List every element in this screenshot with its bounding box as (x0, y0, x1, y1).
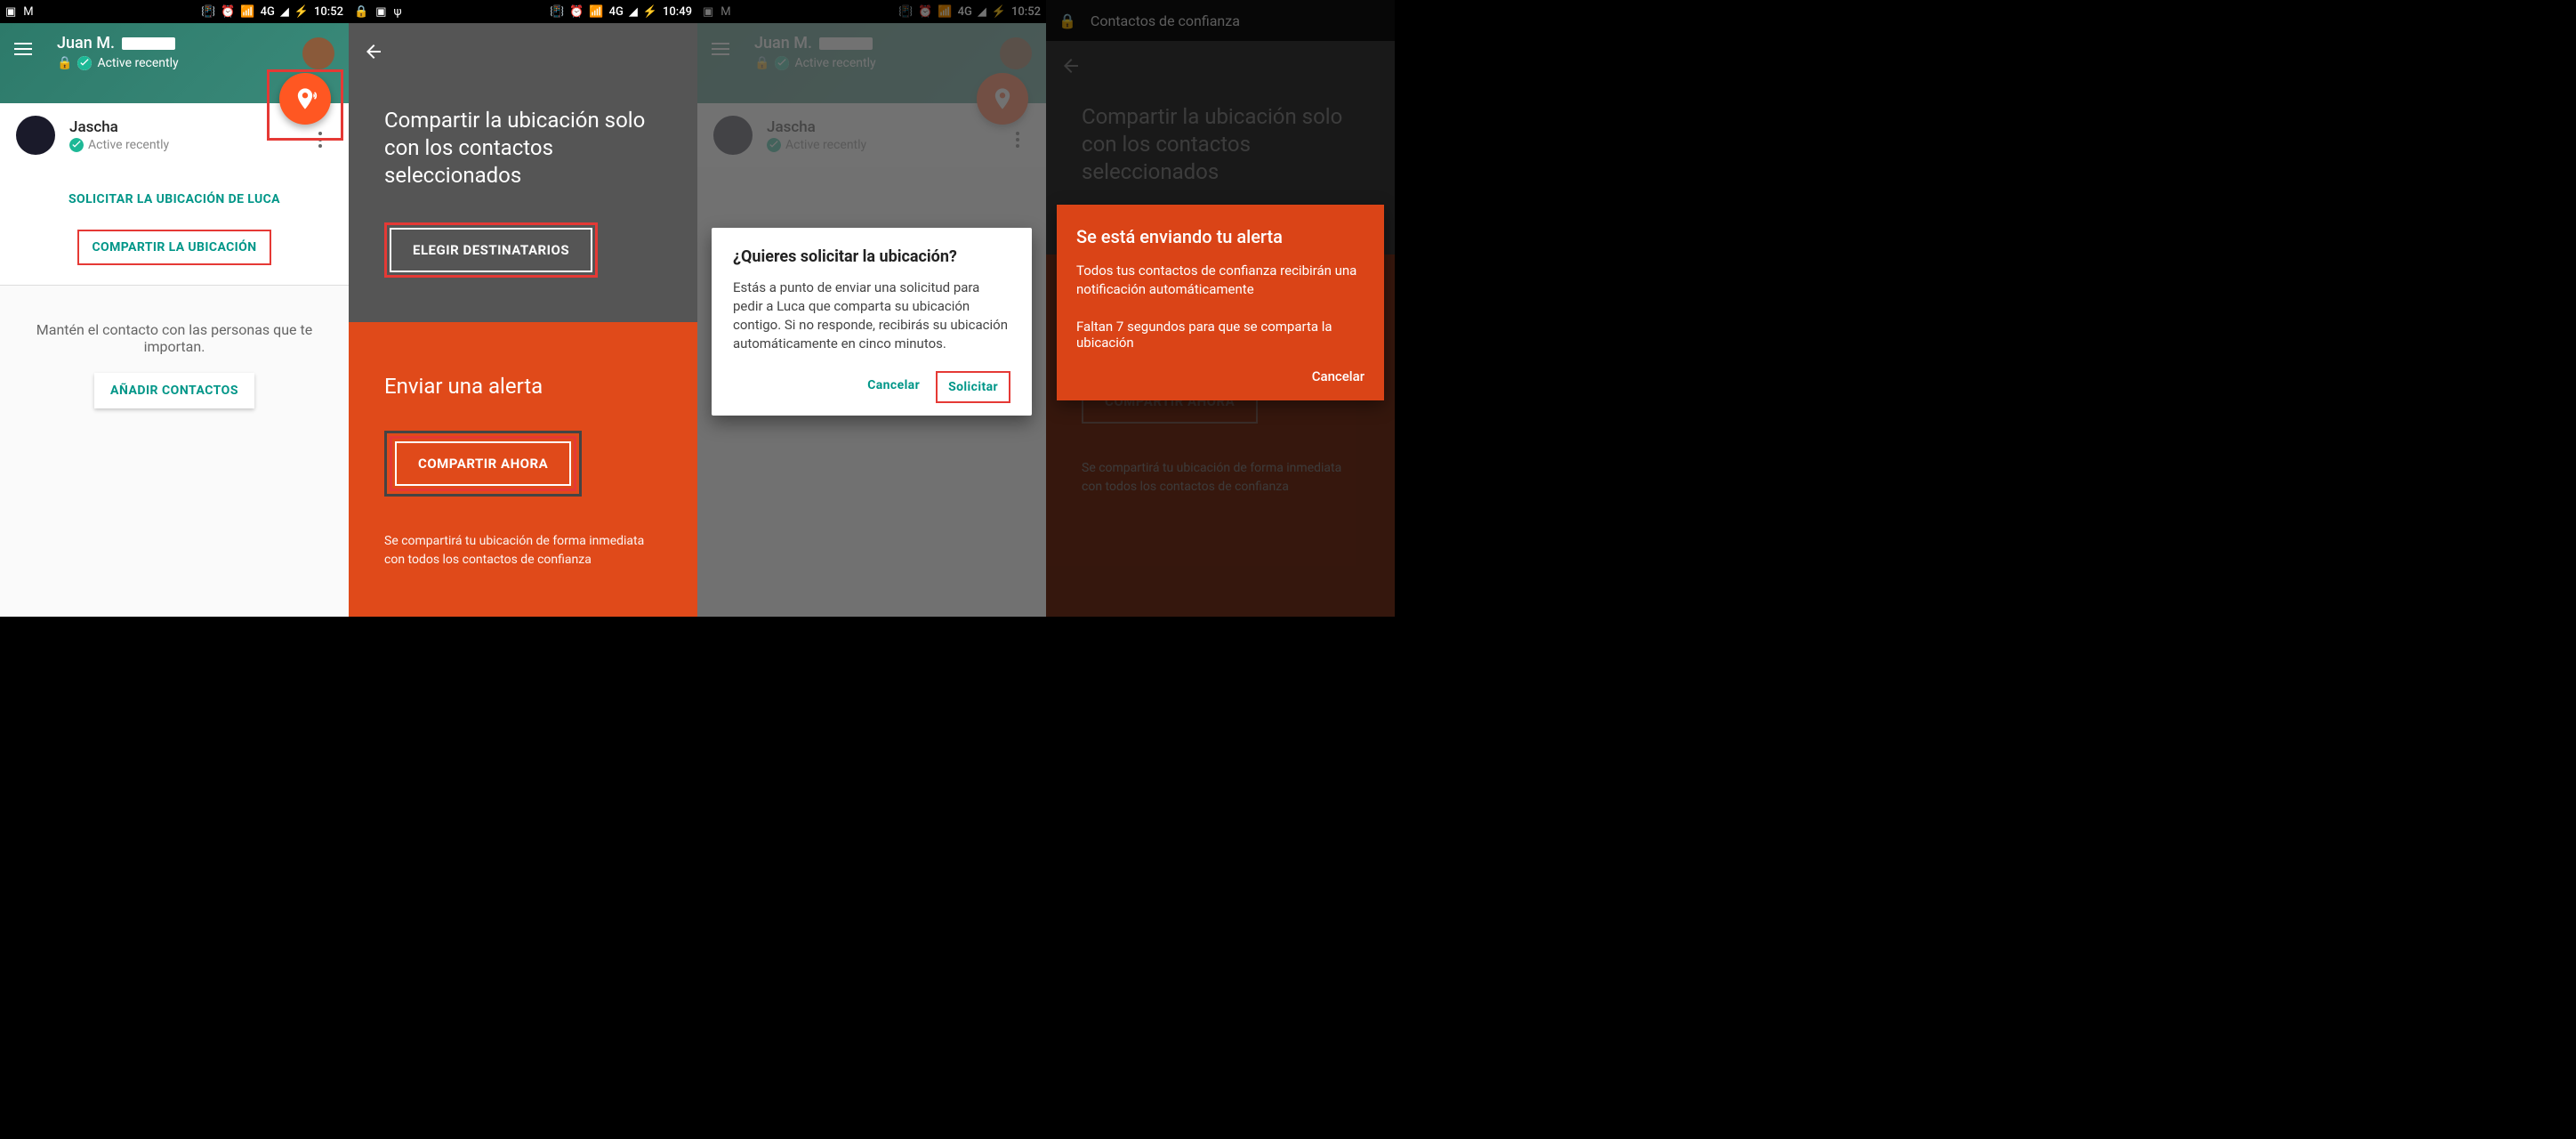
screen-2-share-options: 🔒 ▣ ψ 📳 ⏰ 📶 4G ◢ ⚡ 10:49 Compartir la ub… (349, 0, 697, 617)
choose-recipients-button[interactable]: ELEGIR DESTINATARIOS (390, 228, 592, 272)
wifi-icon: 📶 (240, 5, 254, 19)
avatar[interactable] (302, 37, 334, 69)
cancel-button[interactable]: Cancelar (857, 371, 930, 403)
action-area: SOLICITAR LA UBICACIÓN DE LUCA COMPARTIR… (0, 167, 349, 286)
clock: 10:49 (663, 5, 692, 19)
dialog-title: ¿Quieres solicitar la ubicación? (733, 247, 1010, 266)
usb-icon: ψ (393, 5, 401, 19)
status-bar: 🔒 ▣ ψ 📳 ⏰ 📶 4G ◢ ⚡ 10:49 (349, 0, 697, 23)
tutorial-highlight-fab (267, 69, 343, 141)
send-alert-subtext: Se compartirá tu ubicación de forma inme… (384, 532, 662, 570)
gmail-icon: M (23, 5, 33, 19)
screen-1-home: ▣ M 📳 ⏰ 📶 4G ◢ ⚡ 10:52 Juan M. 🔒 Active … (0, 0, 349, 617)
check-icon (69, 138, 84, 152)
alert-title: Se está enviando tu alerta (1076, 226, 1364, 247)
share-selected-heading: Compartir la ubicación solo con los cont… (384, 107, 662, 190)
send-alert-heading: Enviar una alerta (384, 374, 662, 399)
vibrate-icon: 📳 (550, 5, 564, 19)
share-now-button[interactable]: COMPARTIR AHORA (395, 441, 571, 486)
signal-icon: ◢ (280, 5, 289, 19)
wifi-icon: 📶 (589, 5, 603, 19)
page-title: Juan M. (57, 34, 302, 53)
request-button[interactable]: Solicitar (936, 371, 1010, 403)
screen-4-sending-alert: 🔒 Contactos de confianza Compartir la ub… (1046, 0, 1395, 617)
empty-state-text: Mantén el contacto con las personas que … (0, 286, 349, 373)
contact-avatar (16, 116, 55, 155)
alarm-icon: ⏰ (569, 5, 584, 19)
alert-countdown: Faltan 7 segundos para que se comparta l… (1076, 319, 1364, 351)
lock-icon: 🔒 (57, 56, 72, 70)
vibrate-icon: 📳 (201, 5, 215, 19)
network-label: 4G (261, 5, 275, 19)
send-alert-section: Enviar una alerta COMPARTIR AHORA Se com… (349, 322, 697, 617)
tutorial-highlight-sharenow: COMPARTIR AHORA (384, 431, 582, 497)
alert-body: Todos tus contactos de confianza recibir… (1076, 262, 1364, 299)
battery-icon: ⚡ (643, 5, 657, 19)
contact-status: Active recently (69, 138, 169, 152)
user-status: 🔒 Active recently (57, 56, 302, 70)
signal-icon: ◢ (629, 5, 638, 19)
image-icon: ▣ (375, 5, 386, 19)
request-location-button[interactable]: SOLICITAR LA UBICACIÓN DE LUCA (56, 183, 293, 215)
network-label: 4G (609, 5, 624, 19)
back-arrow-icon[interactable] (363, 41, 384, 62)
lock-icon: 🔒 (354, 5, 368, 19)
share-location-button[interactable]: COMPARTIR LA UBICACIÓN (77, 230, 270, 265)
contact-name: Jascha (69, 118, 169, 136)
share-selected-section: Compartir la ubicación solo con los cont… (349, 71, 697, 322)
menu-icon[interactable] (14, 39, 36, 61)
battery-icon: ⚡ (294, 5, 309, 19)
add-contacts-button[interactable]: AÑADIR CONTACTOS (94, 373, 254, 408)
status-bar: ▣ M 📳 ⏰ 📶 4G ◢ ⚡ 10:52 (0, 0, 349, 23)
alert-sending-card: Se está enviando tu alerta Todos tus con… (1057, 205, 1384, 400)
image-icon: ▣ (5, 5, 16, 19)
clock: 10:52 (314, 5, 343, 19)
alarm-icon: ⏰ (221, 5, 235, 19)
cancel-button[interactable]: Cancelar (1076, 368, 1364, 384)
dialog-body: Estás a punto de enviar una solicitud pa… (733, 279, 1010, 353)
confirm-dialog: ¿Quieres solicitar la ubicación? Estás a… (712, 228, 1032, 416)
check-icon (77, 56, 92, 70)
redacted-surname (122, 37, 175, 50)
tutorial-highlight-choose: ELEGIR DESTINATARIOS (384, 222, 598, 278)
screen-3-request-dialog: ▣ M 📳 ⏰ 📶 4G ◢ ⚡ 10:52 Juan M. 🔒 Active … (697, 0, 1046, 617)
